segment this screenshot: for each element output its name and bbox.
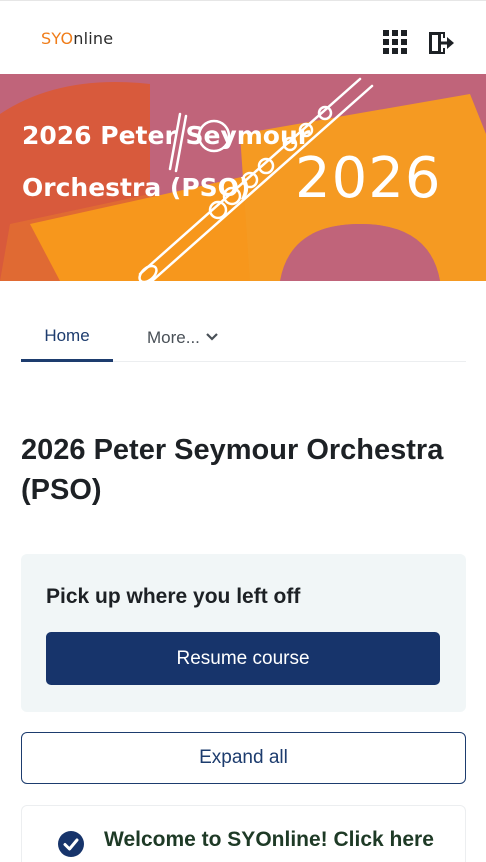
page-title: 2026 Peter Seymour Orchestra (PSO) <box>21 434 444 506</box>
banner-year: 2026 <box>295 146 442 211</box>
chevron-down-icon <box>206 314 218 358</box>
logo-text-secondary: nline <box>73 29 114 48</box>
course-banner: 2026 Peter Seymour Orchestra (PSO) 2026 <box>0 74 486 281</box>
course-navigation: Home More... <box>21 314 466 362</box>
tab-more-menu[interactable]: More... <box>147 314 218 362</box>
resume-heading: Pick up where you left off <box>46 585 301 608</box>
top-bar: SYOnline <box>0 0 486 74</box>
logout-icon[interactable] <box>426 29 456 57</box>
resume-course-button[interactable]: Resume course <box>46 632 440 685</box>
check-circle-icon[interactable] <box>58 831 84 857</box>
logo-text-primary: SYO <box>41 29 74 48</box>
resume-card: Pick up where you left off Resume course <box>21 554 466 712</box>
grid-apps-icon[interactable] <box>381 28 409 56</box>
tab-more-label: More... <box>147 328 200 347</box>
course-section: Welcome to SYOnline! Click here <box>21 805 466 862</box>
section-title-link[interactable]: Welcome to SYOnline! Click here <box>104 828 465 852</box>
tab-home[interactable]: Home <box>21 314 113 362</box>
site-logo[interactable]: SYOnline <box>41 29 113 48</box>
expand-all-button[interactable]: Expand all <box>21 732 466 784</box>
